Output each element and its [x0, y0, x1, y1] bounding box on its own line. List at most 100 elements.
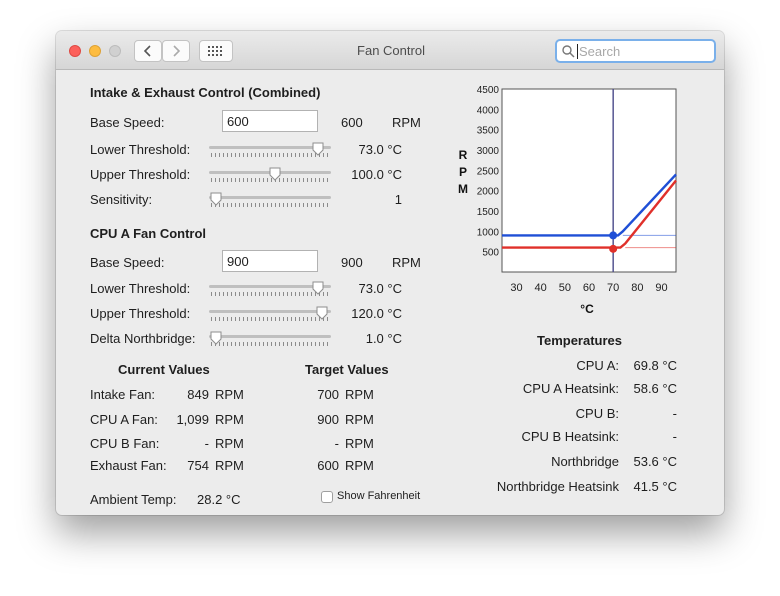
minimize-window-button[interactable]	[89, 45, 101, 57]
temp-row-value: 53.6 °C	[633, 454, 677, 469]
current-row-unit: RPM	[215, 436, 244, 451]
target-row-value: 600	[317, 458, 339, 473]
temp-row-value: 41.5 °C	[633, 479, 677, 494]
y-tick-label: 2500	[477, 166, 500, 177]
cpua-upper-threshold-slider[interactable]	[209, 306, 331, 324]
search-input[interactable]: Search	[555, 39, 716, 63]
temp-row-value: 58.6 °C	[633, 381, 677, 396]
slider-knob[interactable]	[311, 142, 325, 156]
intake-upper-label: Upper Threshold:	[90, 167, 191, 182]
target-row-value: 900	[317, 412, 339, 427]
text-caret	[577, 44, 578, 59]
y-tick-label: 1500	[477, 207, 500, 218]
temperatures-heading: Temperatures	[537, 333, 623, 348]
show-all-button[interactable]	[199, 40, 233, 62]
current-row-value: 1,099	[176, 412, 209, 427]
x-tick-label: 60	[583, 282, 595, 294]
y-tick-label: 3500	[477, 126, 500, 137]
intake-base-speed-input[interactable]: 600	[222, 110, 318, 132]
target-row-unit: RPM	[345, 436, 374, 451]
intake-upper-value: 100.0 °C	[351, 167, 402, 182]
y-tick-label: 4500	[477, 85, 500, 96]
target-row-value: -	[334, 436, 339, 451]
current-row-label: Intake Fan:	[90, 387, 156, 402]
cpua-lower-threshold-slider[interactable]	[209, 281, 331, 299]
current-row-unit: RPM	[215, 387, 244, 402]
current-row-label: CPU A Fan:	[90, 412, 158, 427]
cpua-delta-northbridge-slider[interactable]	[209, 331, 331, 349]
title-bar: Fan Control Search	[56, 31, 724, 70]
current-row-label: Exhaust Fan:	[90, 458, 167, 473]
back-button[interactable]	[134, 40, 162, 62]
temp-row-label: CPU B Heatsink:	[521, 429, 619, 444]
slider-knob[interactable]	[209, 192, 223, 206]
y-tick-label: 2000	[477, 187, 500, 198]
cpua-upper-value: 120.0 °C	[351, 306, 402, 321]
target-row-value: 700	[317, 387, 339, 402]
red-current-marker	[609, 244, 618, 253]
current-row-value: 849	[187, 387, 209, 402]
x-tick-label: 80	[631, 282, 643, 294]
y-tick-label: 4000	[477, 105, 500, 116]
chevron-right-icon	[173, 45, 181, 57]
current-row-value: -	[204, 436, 209, 451]
slider-knob[interactable]	[268, 167, 282, 181]
y-axis-label: R	[459, 148, 468, 162]
intake-lower-threshold-slider[interactable]	[209, 142, 331, 160]
ambient-temp-label: Ambient Temp:	[90, 492, 177, 507]
temp-row-label: Northbridge Heatsink	[496, 479, 619, 494]
forward-button[interactable]	[162, 40, 190, 62]
temp-row-label: Northbridge	[551, 454, 619, 469]
target-values-heading: Target Values	[305, 362, 389, 377]
y-axis-label: M	[458, 182, 468, 196]
intake-sensitivity-value: 1	[394, 192, 402, 207]
target-row-unit: RPM	[345, 387, 374, 402]
target-row-unit: RPM	[345, 412, 374, 427]
slider-knob[interactable]	[209, 331, 223, 345]
x-tick-label: 40	[535, 282, 547, 294]
show-fahrenheit-label[interactable]: Show Fahrenheit	[337, 490, 420, 502]
x-tick-label: 30	[510, 282, 522, 294]
cpua-base-readout: 900	[341, 255, 363, 270]
plot-area	[501, 88, 677, 273]
show-fahrenheit-checkbox[interactable]	[321, 491, 333, 503]
search-icon	[562, 45, 575, 58]
current-row-unit: RPM	[215, 458, 244, 473]
window-title: Fan Control	[357, 43, 425, 58]
intake-upper-threshold-slider[interactable]	[209, 167, 331, 185]
close-window-button[interactable]	[69, 45, 81, 57]
chevron-left-icon	[143, 45, 151, 57]
intake-base-label: Base Speed:	[90, 115, 165, 130]
cpua-lower-label: Lower Threshold:	[90, 281, 191, 296]
zoom-window-button[interactable]	[109, 45, 121, 57]
current-row-unit: RPM	[215, 412, 244, 427]
y-tick-label: 1000	[477, 227, 500, 238]
intake-heading: Intake & Exhaust Control (Combined)	[90, 85, 321, 100]
temp-row-value: 69.8 °C	[633, 358, 677, 373]
current-row-label: CPU B Fan:	[90, 436, 160, 451]
cpua-lower-value: 73.0 °C	[358, 281, 402, 296]
intake-sensitivity-slider[interactable]	[209, 192, 331, 210]
current-values-heading: Current Values	[118, 362, 210, 377]
intake-base-unit: RPM	[392, 115, 421, 130]
intake-sensitivity-label: Sensitivity:	[90, 192, 153, 207]
fan-curve-chart: 500 1000 1500 2000 2500 3000 3500 4000 4500 30 40 5…	[458, 85, 677, 316]
current-row-value: 754	[187, 458, 209, 473]
temp-row-value: -	[672, 406, 677, 421]
y-tick-label: 500	[482, 248, 499, 259]
x-axis-label: °C	[580, 302, 594, 316]
temp-row-label: CPU A:	[576, 358, 619, 373]
cpua-base-speed-input[interactable]: 900	[222, 250, 318, 272]
y-axis-label: P	[459, 165, 467, 179]
cpua-base-unit: RPM	[392, 255, 421, 270]
ambient-temp-value: 28.2 °C	[197, 492, 241, 507]
intake-lower-label: Lower Threshold:	[90, 142, 191, 157]
search-placeholder: Search	[579, 44, 621, 59]
cpua-upper-label: Upper Threshold:	[90, 306, 191, 321]
temp-row-label: CPU B:	[575, 406, 619, 421]
cpua-delta-label: Delta Northbridge:	[90, 331, 196, 346]
cpua-base-label: Base Speed:	[90, 255, 165, 270]
slider-knob[interactable]	[311, 281, 325, 295]
intake-lower-value: 73.0 °C	[358, 142, 402, 157]
intake-base-readout: 600	[341, 115, 363, 130]
